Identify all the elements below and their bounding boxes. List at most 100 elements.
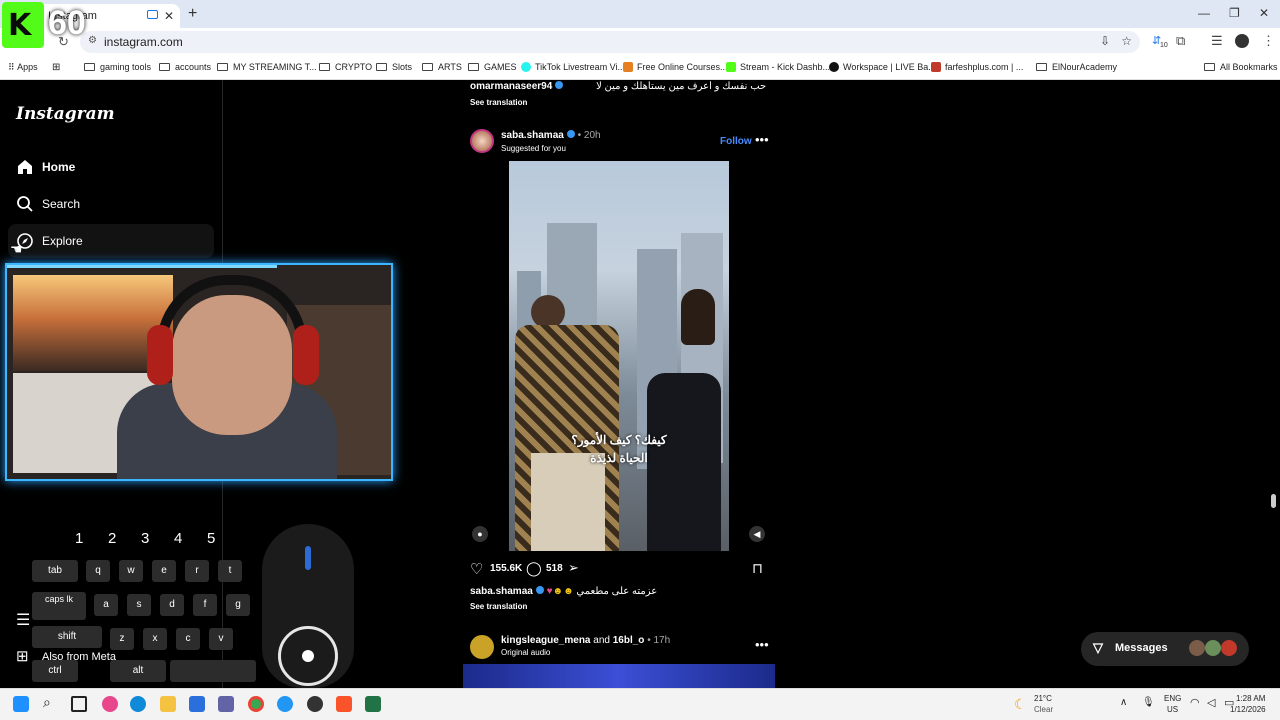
start-windows-icon[interactable] xyxy=(13,696,29,712)
nav-home[interactable]: Home xyxy=(8,150,214,184)
address-bar[interactable]: ⚙ instagram.com ⇩ ☆ xyxy=(80,31,1140,53)
verified-icon xyxy=(566,130,575,138)
weather-text[interactable]: Clear xyxy=(1034,705,1053,714)
bookmark-link[interactable]: TikTok Livestream Vi... xyxy=(521,62,625,72)
store-icon[interactable] xyxy=(189,696,205,712)
bookmark-folder[interactable]: gaming tools xyxy=(84,62,151,72)
tab-media-icon[interactable] xyxy=(147,10,158,19)
share-icon[interactable]: ➢ xyxy=(568,560,579,576)
key-q: q xyxy=(86,560,110,582)
post-username[interactable]: saba.shamaa xyxy=(501,130,564,141)
viewer-count: 60 xyxy=(48,4,86,42)
bookmark-link[interactable]: Stream - Kick Dashb... xyxy=(726,62,830,72)
next-post-media[interactable] xyxy=(463,664,775,688)
instagram-logo[interactable]: Instagram xyxy=(16,104,115,124)
bookmark-folder[interactable]: CRYPTO xyxy=(319,62,372,72)
bookmark-link[interactable]: Free Online Courses... xyxy=(623,62,728,72)
nav-search[interactable]: Search xyxy=(8,187,214,221)
next-post-avatar[interactable] xyxy=(470,635,494,659)
follow-button[interactable]: Follow xyxy=(720,136,752,147)
weather-moon-icon[interactable]: ☾ xyxy=(1014,696,1027,713)
messages-button[interactable]: ▽ Messages xyxy=(1081,632,1249,666)
next-post-coauthor[interactable]: 16bl_o xyxy=(613,635,645,646)
bookmark-folder[interactable]: MY STREAMING T... xyxy=(217,62,317,72)
temperature[interactable]: 21°C xyxy=(1034,694,1052,703)
search-icon[interactable]: ⌕ xyxy=(43,694,59,710)
wifi-icon[interactable]: ◠ xyxy=(1190,696,1200,709)
copilot-icon[interactable] xyxy=(102,696,118,712)
bookmark-star-icon[interactable]: ☆ xyxy=(1121,34,1132,48)
extensions-puzzle-icon[interactable]: ⧉ xyxy=(1176,33,1185,49)
volume-icon[interactable]: ◁ xyxy=(1207,696,1215,709)
save-bookmark-icon[interactable]: ⊓ xyxy=(752,560,763,577)
file-explorer-icon[interactable] xyxy=(160,696,176,712)
close-tab-icon[interactable]: ✕ xyxy=(164,9,174,23)
more-menu-icon[interactable]: ☰ xyxy=(16,610,30,630)
key-a: a xyxy=(94,594,118,616)
bookmark-folder[interactable]: ElNourAcademy xyxy=(1036,62,1117,72)
profile-avatar[interactable] xyxy=(1235,34,1249,48)
excel-icon[interactable] xyxy=(365,696,381,712)
bookmark-folder[interactable]: GAMES xyxy=(468,62,517,72)
farfesh-icon xyxy=(931,62,941,72)
apps-grid-icon: ⠿ xyxy=(8,62,18,72)
comment-count[interactable]: 518 xyxy=(546,563,563,574)
bookmark-apps[interactable]: ⠿ Apps xyxy=(8,62,38,73)
meta-apps-icon[interactable]: ⊞ xyxy=(16,647,29,665)
next-post-username[interactable]: kingsleague_mena xyxy=(501,635,590,646)
install-app-icon[interactable]: ⇩ xyxy=(1100,34,1110,48)
post-avatar[interactable] xyxy=(470,129,494,153)
see-translation-link[interactable]: See translation xyxy=(470,98,527,107)
close-window-icon[interactable]: ✕ xyxy=(1259,6,1269,20)
tagged-user-icon[interactable]: ● xyxy=(472,526,488,542)
search-icon xyxy=(17,196,33,212)
tab-groups-icon[interactable]: ⊞ xyxy=(52,62,60,73)
key-r: r xyxy=(185,560,209,582)
bookmark-folder[interactable]: Slots xyxy=(376,62,412,72)
task-view-icon[interactable] xyxy=(71,696,87,712)
bookmark-link[interactable]: farfeshplus.com | ... xyxy=(931,62,1023,72)
restore-icon[interactable]: ❐ xyxy=(1229,6,1240,20)
nav-explore[interactable]: Explore xyxy=(8,224,214,258)
post-video[interactable]: كيفك؟ كيف الأمور؟ الحياة لذيذة xyxy=(509,161,729,551)
minimize-icon[interactable]: — xyxy=(1198,6,1210,20)
key-3: 3 xyxy=(141,530,150,547)
next-post-options-icon[interactable]: ••• xyxy=(755,637,769,652)
key-d: d xyxy=(160,594,184,616)
caption-username[interactable]: saba.shamaa xyxy=(470,586,533,597)
key-t: t xyxy=(218,560,242,582)
clock-time[interactable]: 1:28 AM xyxy=(1236,694,1265,703)
like-heart-icon[interactable]: ♡ xyxy=(470,560,483,578)
folder-icon xyxy=(1204,63,1215,71)
bookmark-folder[interactable]: accounts xyxy=(159,62,211,72)
clock-date[interactable]: 1/12/2026 xyxy=(1230,705,1266,714)
like-count[interactable]: 155.6K xyxy=(490,563,522,574)
brave-icon[interactable] xyxy=(336,696,352,712)
page-scrollbar[interactable] xyxy=(1271,494,1276,508)
show-hidden-icons-icon[interactable]: ∧ xyxy=(1120,697,1127,708)
input-region[interactable]: US xyxy=(1167,705,1178,714)
chrome-icon[interactable] xyxy=(248,696,264,712)
new-tab-icon[interactable]: + xyxy=(188,5,197,23)
see-translation-link[interactable]: See translation xyxy=(470,602,527,611)
post-options-icon[interactable]: ••• xyxy=(755,132,769,147)
teams-icon[interactable] xyxy=(218,696,234,712)
volume-icon[interactable]: ◀ xyxy=(749,526,765,542)
menu-kebab-icon[interactable]: ⋮ xyxy=(1262,33,1275,49)
comment-icon[interactable]: ◯ xyxy=(526,560,542,577)
bookmark-link[interactable]: Workspace | LIVE Ba... xyxy=(829,62,936,72)
edge-icon[interactable] xyxy=(130,696,146,712)
nav-home-label: Home xyxy=(42,160,76,174)
prev-post-username[interactable]: omarmanaseer94 xyxy=(470,81,552,92)
bookmark-folder[interactable]: ARTS xyxy=(422,62,462,72)
microphone-icon[interactable]: 🎙︎ xyxy=(1142,697,1155,708)
obs-icon[interactable] xyxy=(307,696,323,712)
kick-icon xyxy=(726,62,736,72)
home-icon xyxy=(18,160,32,174)
key-x: x xyxy=(143,628,167,650)
all-bookmarks[interactable]: All Bookmarks xyxy=(1204,62,1278,72)
media-controls-icon[interactable]: ☰ xyxy=(1211,33,1223,49)
app-icon[interactable] xyxy=(277,696,293,712)
mouse-scroll-wheel xyxy=(305,546,311,570)
input-language[interactable]: ENG xyxy=(1164,694,1181,703)
